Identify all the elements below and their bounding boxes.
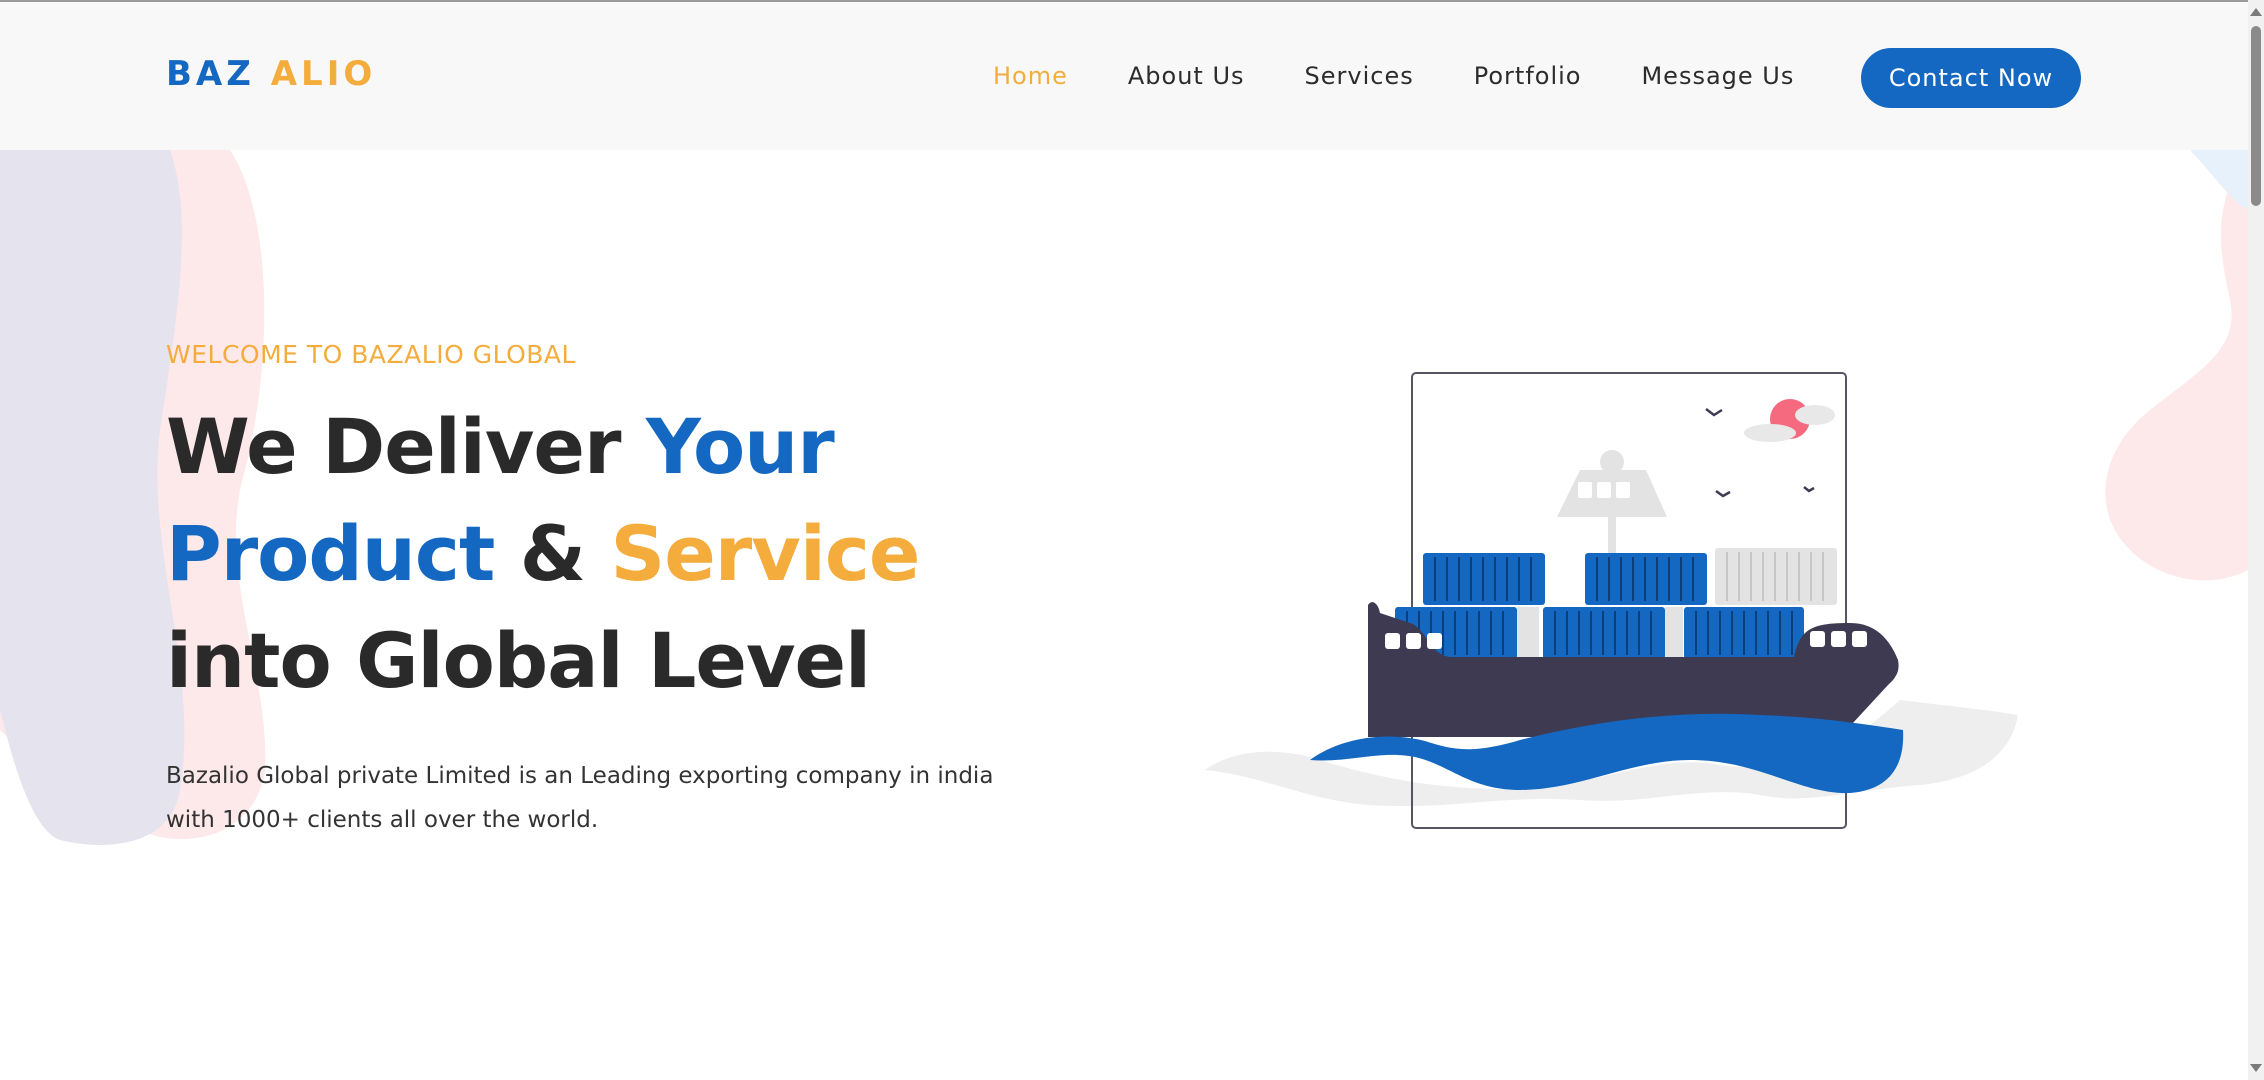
hero-description: Bazalio Global private Limited is an Lea… xyxy=(166,763,994,833)
nav-link-home[interactable]: Home xyxy=(993,62,1068,90)
page-scrollbar[interactable] xyxy=(2248,0,2264,1080)
nav-link-portfolio[interactable]: Portfolio xyxy=(1474,62,1582,90)
headline-product: Product xyxy=(166,509,495,598)
navbar: BAZ ALIO Home About Us Services Portfoli… xyxy=(0,2,2248,150)
headline-line-1: We Deliver Your xyxy=(166,393,1066,500)
headline-your: Your xyxy=(645,402,835,491)
nav-link-services[interactable]: Services xyxy=(1305,62,1414,90)
scroll-down-arrow-icon[interactable] xyxy=(2250,1064,2262,1072)
headline-line-3: into Global Level xyxy=(166,616,871,705)
cargo-ship-illustration xyxy=(1205,372,2018,829)
nav-menu: Home About Us Services Portfolio Message… xyxy=(993,62,1854,90)
logo-part-alio: ALIO xyxy=(270,54,377,94)
headline-we-deliver: We Deliver xyxy=(166,402,621,491)
headline-service: Service xyxy=(610,509,921,598)
background-blob-right xyxy=(2105,150,2248,581)
nav-link-about-us[interactable]: About Us xyxy=(1128,62,1245,90)
headline-line-2: Product & Service xyxy=(166,500,1066,607)
headline-ampersand: & xyxy=(519,509,586,598)
scrollbar-thumb[interactable] xyxy=(2251,26,2261,206)
nav-link-message-us[interactable]: Message Us xyxy=(1641,62,1794,90)
contact-now-button[interactable]: Contact Now xyxy=(1861,48,2081,108)
site-logo[interactable]: BAZ ALIO xyxy=(166,54,376,94)
hero-welcome-text: WELCOME TO BAZALIO GLOBAL xyxy=(166,340,576,369)
hero-section: WELCOME TO BAZALIO GLOBAL We Deliver You… xyxy=(166,340,1066,842)
hero-headline: We Deliver Your Product & Service into G… xyxy=(166,393,1066,714)
logo-part-baz: BAZ xyxy=(166,54,255,94)
scroll-up-arrow-icon[interactable] xyxy=(2250,8,2262,16)
